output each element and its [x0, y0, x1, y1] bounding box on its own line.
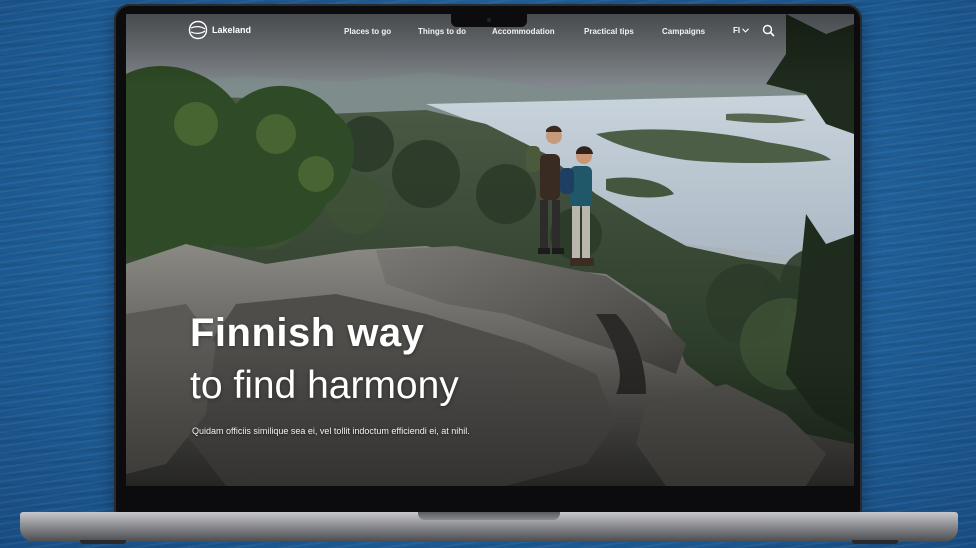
- language-selector[interactable]: FI: [733, 26, 750, 35]
- laptop-base-groove: [418, 512, 560, 520]
- camera-icon: [487, 18, 491, 22]
- laptop-foot-left: [80, 540, 126, 544]
- nav-item-practical-tips[interactable]: Practical tips: [584, 27, 634, 36]
- brand-name: Lakeland: [212, 25, 252, 35]
- laptop-screen: Lakeland Places to go Things to do Accom…: [126, 14, 854, 486]
- hero-image: [126, 14, 854, 486]
- hero-body-text: Quidam officiis similique sea ei, vel to…: [192, 426, 470, 436]
- language-label: FI: [733, 26, 741, 35]
- nav-item-places-to-go[interactable]: Places to go: [344, 27, 391, 36]
- nav-item-things-to-do[interactable]: Things to do: [418, 27, 466, 36]
- laptop-base: [20, 512, 958, 544]
- laptop-foot-right: [852, 540, 898, 544]
- nav-item-accommodation[interactable]: Accommodation: [492, 27, 555, 36]
- hero-title: Finnish way: [190, 311, 425, 355]
- camera-notch: [451, 14, 527, 27]
- nav-item-campaigns[interactable]: Campaigns: [662, 27, 705, 36]
- lakeland-logo-icon: [188, 20, 208, 40]
- search-icon[interactable]: [762, 24, 775, 37]
- chevron-down-icon: [742, 28, 750, 33]
- site-logo[interactable]: Lakeland: [188, 20, 251, 40]
- hero-subtitle: to find harmony: [190, 364, 459, 407]
